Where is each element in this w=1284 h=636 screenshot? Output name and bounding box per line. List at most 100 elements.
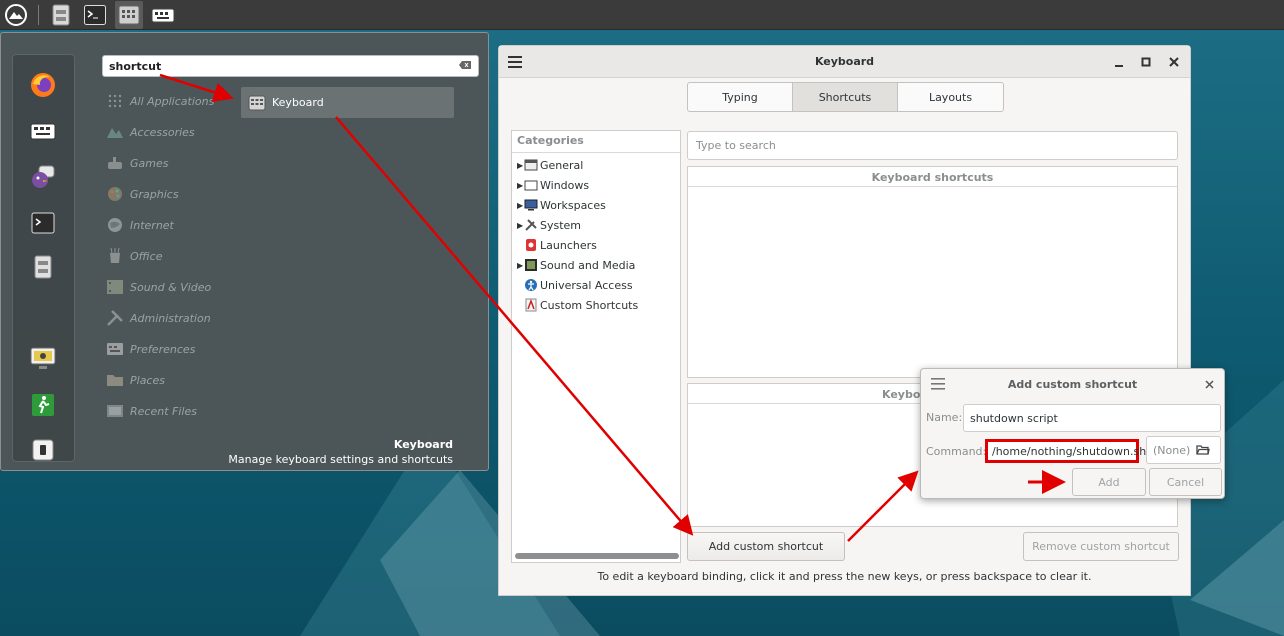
category-label: Sound and Media	[540, 258, 636, 272]
search-placeholder: Type to search	[696, 139, 776, 152]
categories-pane: Categories ▶ General ▶ Windows ▶ Workspa…	[511, 130, 681, 563]
keyboard-app-result[interactable]: Keyboard	[241, 87, 454, 118]
workspaces-icon	[524, 198, 538, 212]
category-custom-shortcuts[interactable]: Custom Shortcuts	[512, 295, 680, 315]
category-label: Recent Files	[130, 404, 197, 418]
firefox-icon[interactable]	[29, 71, 57, 99]
name-label: Name:	[926, 411, 963, 424]
file-manager-icon[interactable]	[29, 253, 57, 281]
category-universal-access[interactable]: Universal Access	[512, 275, 680, 295]
category-internet[interactable]: Internet	[106, 214, 174, 236]
category-workspaces[interactable]: ▶ Workspaces	[512, 195, 680, 215]
terminal-icon[interactable]	[29, 209, 57, 237]
panel-separator	[38, 4, 39, 25]
category-graphics[interactable]: Graphics	[106, 183, 179, 205]
category-preferences[interactable]: Preferences	[106, 338, 195, 360]
application-menu: shortcut All Applications Accessories Ga…	[0, 32, 489, 471]
category-administration[interactable]: Administration	[106, 307, 211, 329]
dialog-add-button[interactable]: Add	[1072, 468, 1146, 496]
folder-icon	[106, 371, 124, 389]
sound-media-icon	[524, 258, 538, 272]
category-windows[interactable]: ▶ Windows	[512, 175, 680, 195]
menu-description: Manage keyboard settings and shortcuts	[228, 453, 453, 466]
menu-description-title: Keyboard	[393, 438, 453, 451]
terminal-icon[interactable]	[81, 1, 109, 29]
keyboard-shortcuts-header: Keyboard shortcuts	[688, 167, 1177, 187]
category-recent-files[interactable]: Recent Files	[106, 400, 197, 422]
tab-typing[interactable]: Typing	[688, 83, 793, 111]
add-custom-shortcut-dialog: Add custom shortcut Name: shutdown scrip…	[920, 368, 1225, 499]
browse-label: (None)	[1153, 443, 1191, 457]
remove-custom-shortcut-button[interactable]: Remove custom shortcut	[1023, 532, 1179, 561]
recent-files-icon	[106, 402, 124, 420]
category-label: Internet	[130, 218, 174, 232]
preferences-icon	[106, 340, 124, 358]
lock-screen-icon[interactable]	[29, 345, 57, 373]
pidgin-icon[interactable]	[29, 163, 57, 191]
command-field[interactable]: /home/nothing/shutdown.sh	[985, 439, 1146, 463]
category-label: Administration	[130, 311, 211, 325]
system-tools-icon	[524, 218, 538, 232]
favorites-sidebar	[12, 54, 75, 462]
browse-file-button[interactable]: (None)	[1146, 436, 1221, 464]
dialog-close-icon[interactable]	[1205, 379, 1214, 392]
category-label: Preferences	[130, 342, 196, 356]
category-launchers[interactable]: Launchers	[512, 235, 680, 255]
keyboard-settings-icon[interactable]	[29, 117, 57, 145]
category-label: Accessories	[130, 125, 195, 139]
close-icon[interactable]	[1164, 52, 1184, 72]
shortcut-search-input[interactable]: Type to search	[687, 131, 1178, 160]
category-accessories[interactable]: Accessories	[106, 121, 195, 143]
keyboard-icon[interactable]	[115, 0, 143, 29]
category-label: Sound & Video	[130, 280, 212, 294]
categories-header: Categories	[512, 131, 680, 153]
command-label: Command:	[926, 445, 987, 458]
launchers-icon	[524, 238, 538, 252]
menu-search-value: shortcut	[109, 59, 162, 73]
dialog-title: Add custom shortcut	[1007, 378, 1138, 391]
expand-arrow-icon[interactable]: ▶	[512, 221, 524, 230]
windows-icon	[524, 178, 538, 192]
category-system[interactable]: ▶ System	[512, 215, 680, 235]
category-all-applications[interactable]: All Applications	[106, 90, 214, 112]
tab-shortcuts[interactable]: Shortcuts	[793, 83, 898, 111]
category-label: Universal Access	[540, 278, 633, 292]
clear-search-icon[interactable]	[458, 60, 472, 73]
category-sound-and-media[interactable]: ▶ Sound and Media	[512, 255, 680, 275]
horizontal-scrollbar[interactable]	[515, 553, 679, 559]
accessibility-icon	[524, 278, 538, 292]
keyboard-icon	[248, 95, 266, 111]
minimize-icon[interactable]	[1109, 52, 1129, 72]
expand-arrow-icon[interactable]: ▶	[512, 181, 524, 190]
games-icon	[106, 154, 124, 172]
internet-icon	[106, 216, 124, 234]
keyboard-alt-icon[interactable]	[149, 1, 177, 29]
category-games[interactable]: Games	[106, 152, 168, 174]
expand-arrow-icon[interactable]: ▶	[512, 161, 524, 170]
expand-arrow-icon[interactable]: ▶	[512, 261, 524, 270]
custom-shortcuts-icon	[524, 298, 538, 312]
add-custom-shortcut-button[interactable]: Add custom shortcut	[687, 532, 845, 561]
administration-icon	[106, 309, 124, 327]
folder-open-icon	[1196, 444, 1211, 456]
menu-search-input[interactable]: shortcut	[102, 55, 479, 77]
category-label: Graphics	[130, 187, 179, 201]
maximize-icon[interactable]	[1136, 52, 1156, 72]
category-sound-video[interactable]: Sound & Video	[106, 276, 211, 298]
category-general[interactable]: ▶ General	[512, 155, 680, 175]
logout-icon[interactable]	[29, 391, 57, 419]
shutdown-icon[interactable]	[29, 436, 57, 464]
menu-icon[interactable]	[2, 1, 30, 29]
file-manager-icon[interactable]	[47, 1, 75, 29]
hint-text: To edit a keyboard binding, click it and…	[597, 570, 1092, 583]
category-office[interactable]: Office	[106, 245, 162, 267]
category-places[interactable]: Places	[106, 369, 165, 391]
category-label: Places	[130, 373, 165, 387]
app-result-label: Keyboard	[272, 96, 324, 109]
tab-layouts[interactable]: Layouts	[898, 83, 1003, 111]
name-field[interactable]: shutdown script	[963, 404, 1221, 432]
expand-arrow-icon[interactable]: ▶	[512, 201, 524, 210]
category-label: Launchers	[540, 238, 597, 252]
dialog-cancel-button[interactable]: Cancel	[1149, 468, 1222, 496]
tab-bar: Typing Shortcuts Layouts	[687, 82, 1004, 112]
